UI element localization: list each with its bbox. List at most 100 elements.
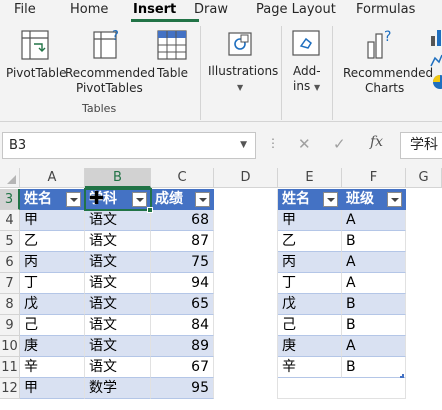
row-header-7[interactable]: 7 xyxy=(0,273,20,294)
filter-dropdown-icon[interactable] xyxy=(387,192,402,207)
fill-handle[interactable] xyxy=(147,207,153,213)
chevron-down-icon[interactable]: ▼ xyxy=(240,133,247,158)
table2-cell[interactable]: 辛 xyxy=(278,357,342,378)
table2-cell[interactable]: A xyxy=(342,273,406,294)
column-header-a[interactable]: A xyxy=(20,168,85,188)
table2-cell[interactable]: A xyxy=(342,336,406,357)
filter-dropdown-icon[interactable] xyxy=(195,192,210,207)
table1-cell[interactable]: 94 xyxy=(151,273,214,294)
table1-cell[interactable]: 87 xyxy=(151,231,214,252)
insert-function-icon[interactable]: fx xyxy=(370,134,383,150)
row-header-9[interactable]: 9 xyxy=(0,315,20,336)
tab-formulas[interactable]: Formulas xyxy=(356,1,415,19)
table1-cell[interactable]: 甲 xyxy=(20,378,85,399)
column-header-d[interactable]: D xyxy=(214,168,278,188)
table1-cell[interactable]: 67 xyxy=(151,357,214,378)
filter-dropdown-icon[interactable] xyxy=(132,192,147,207)
pie-chart-icon[interactable] xyxy=(430,74,442,90)
enter-icon[interactable]: ✓ xyxy=(333,135,346,153)
line-chart-icon[interactable] xyxy=(430,52,442,68)
table1-cell[interactable]: 己 xyxy=(20,315,85,336)
formula-input[interactable]: 学科 xyxy=(400,132,442,159)
row-header-8[interactable]: 8 xyxy=(0,294,20,315)
row-header-4[interactable]: 4 xyxy=(0,210,20,231)
table2-cell[interactable]: 甲 xyxy=(278,210,342,231)
table2-header-name[interactable]: 姓名 xyxy=(278,189,342,210)
table1-header-score[interactable]: 成绩 xyxy=(151,189,214,210)
column-header-f[interactable]: F xyxy=(342,168,406,188)
table2-cell[interactable]: B xyxy=(342,294,406,315)
pivot-table-button[interactable]: PivotTable xyxy=(4,28,67,84)
formula-bar-grip-icon[interactable]: ⋮ xyxy=(267,136,279,150)
table1-cell[interactable]: 89 xyxy=(151,336,214,357)
empty-column-g[interactable] xyxy=(406,189,442,399)
empty-column-d[interactable] xyxy=(214,189,278,399)
table2-cell[interactable]: B xyxy=(342,357,406,378)
table1-cell[interactable]: 数学 xyxy=(85,378,151,399)
tab-insert[interactable]: Insert xyxy=(133,1,176,19)
tab-page-layout[interactable]: Page Layout xyxy=(256,1,336,19)
table2-cell[interactable]: B xyxy=(342,315,406,336)
illustrations-button[interactable]: Illustrations ▼ xyxy=(205,28,278,94)
addins-button[interactable]: Add- ins ▼ xyxy=(286,28,326,94)
row-header-6[interactable]: 6 xyxy=(0,252,20,273)
table1-cell[interactable]: 辛 xyxy=(20,357,85,378)
table-button[interactable]: Table xyxy=(152,28,192,84)
column-chart-icon[interactable] xyxy=(430,28,442,46)
table2-cell[interactable]: 庚 xyxy=(278,336,342,357)
select-all-corner[interactable] xyxy=(0,168,20,188)
name-box[interactable]: B3 ▼ xyxy=(2,132,256,159)
row-header-11[interactable]: 11 xyxy=(0,357,20,378)
recommended-pivot-icon: ? xyxy=(93,29,119,59)
table2-cell[interactable]: A xyxy=(342,210,406,231)
table1-cell[interactable]: 语文 xyxy=(85,357,151,378)
row-header-10[interactable]: 10 xyxy=(0,336,20,357)
column-header-g[interactable]: G xyxy=(406,168,442,188)
tab-file[interactable]: File xyxy=(14,1,36,19)
table2-cell[interactable]: A xyxy=(342,252,406,273)
table1-cell[interactable]: 65 xyxy=(151,294,214,315)
tab-draw[interactable]: Draw xyxy=(194,1,228,19)
table1-cell[interactable]: 68 xyxy=(151,210,214,231)
table1-cell[interactable]: 语文 xyxy=(85,273,151,294)
table1-cell[interactable]: 语文 xyxy=(85,294,151,315)
table1-cell[interactable]: 84 xyxy=(151,315,214,336)
row-header-5[interactable]: 5 xyxy=(0,231,20,252)
table2-cell[interactable]: 戊 xyxy=(278,294,342,315)
row-header-12[interactable]: 12 xyxy=(0,378,20,399)
table1-cell[interactable]: 语文 xyxy=(85,315,151,336)
table1-cell[interactable]: 丁 xyxy=(20,273,85,294)
table2-cell[interactable]: 己 xyxy=(278,315,342,336)
table2-cell[interactable]: 乙 xyxy=(278,231,342,252)
table-resize-handle[interactable] xyxy=(400,374,404,378)
table2-cell[interactable]: B xyxy=(342,231,406,252)
recommended-charts-label-2: Charts xyxy=(365,81,405,95)
column-header-b[interactable]: B xyxy=(85,168,151,188)
table1-cell[interactable]: 乙 xyxy=(20,231,85,252)
filter-dropdown-icon[interactable] xyxy=(323,192,338,207)
table1-cell[interactable]: 戊 xyxy=(20,294,85,315)
column-header-c[interactable]: C xyxy=(151,168,214,188)
cancel-icon[interactable]: ✕ xyxy=(298,135,311,153)
table1-cell[interactable]: 丙 xyxy=(20,252,85,273)
table1-cell[interactable]: 甲 xyxy=(20,210,85,231)
row-header-3[interactable]: 3 xyxy=(0,189,20,210)
table1-cell[interactable]: 庚 xyxy=(20,336,85,357)
empty-cells-row-12[interactable] xyxy=(278,378,406,399)
table1-cell[interactable]: 语文 xyxy=(85,210,151,231)
table1-cell[interactable]: 语文 xyxy=(85,231,151,252)
table2-cell[interactable]: 丙 xyxy=(278,252,342,273)
table1-cell[interactable]: 语文 xyxy=(85,336,151,357)
table1-cell[interactable]: 95 xyxy=(151,378,214,399)
table1-header-name[interactable]: 姓名 xyxy=(20,189,85,210)
table2-cell[interactable]: 丁 xyxy=(278,273,342,294)
recommended-pivot-tables-button[interactable]: ? Recommended PivotTables xyxy=(65,28,155,98)
column-header-e[interactable]: E xyxy=(278,168,342,188)
tab-home[interactable]: Home xyxy=(70,1,108,19)
table1-cell[interactable]: 语文 xyxy=(85,252,151,273)
filter-dropdown-icon[interactable] xyxy=(66,192,81,207)
worksheet-grid[interactable]: A B C D E F G 3 4 5 6 7 8 9 10 11 12 姓名 … xyxy=(0,168,442,410)
recommended-charts-button[interactable]: ? Recommended Charts xyxy=(340,28,433,98)
table2-header-class[interactable]: 班级 xyxy=(342,189,406,210)
table1-cell[interactable]: 75 xyxy=(151,252,214,273)
